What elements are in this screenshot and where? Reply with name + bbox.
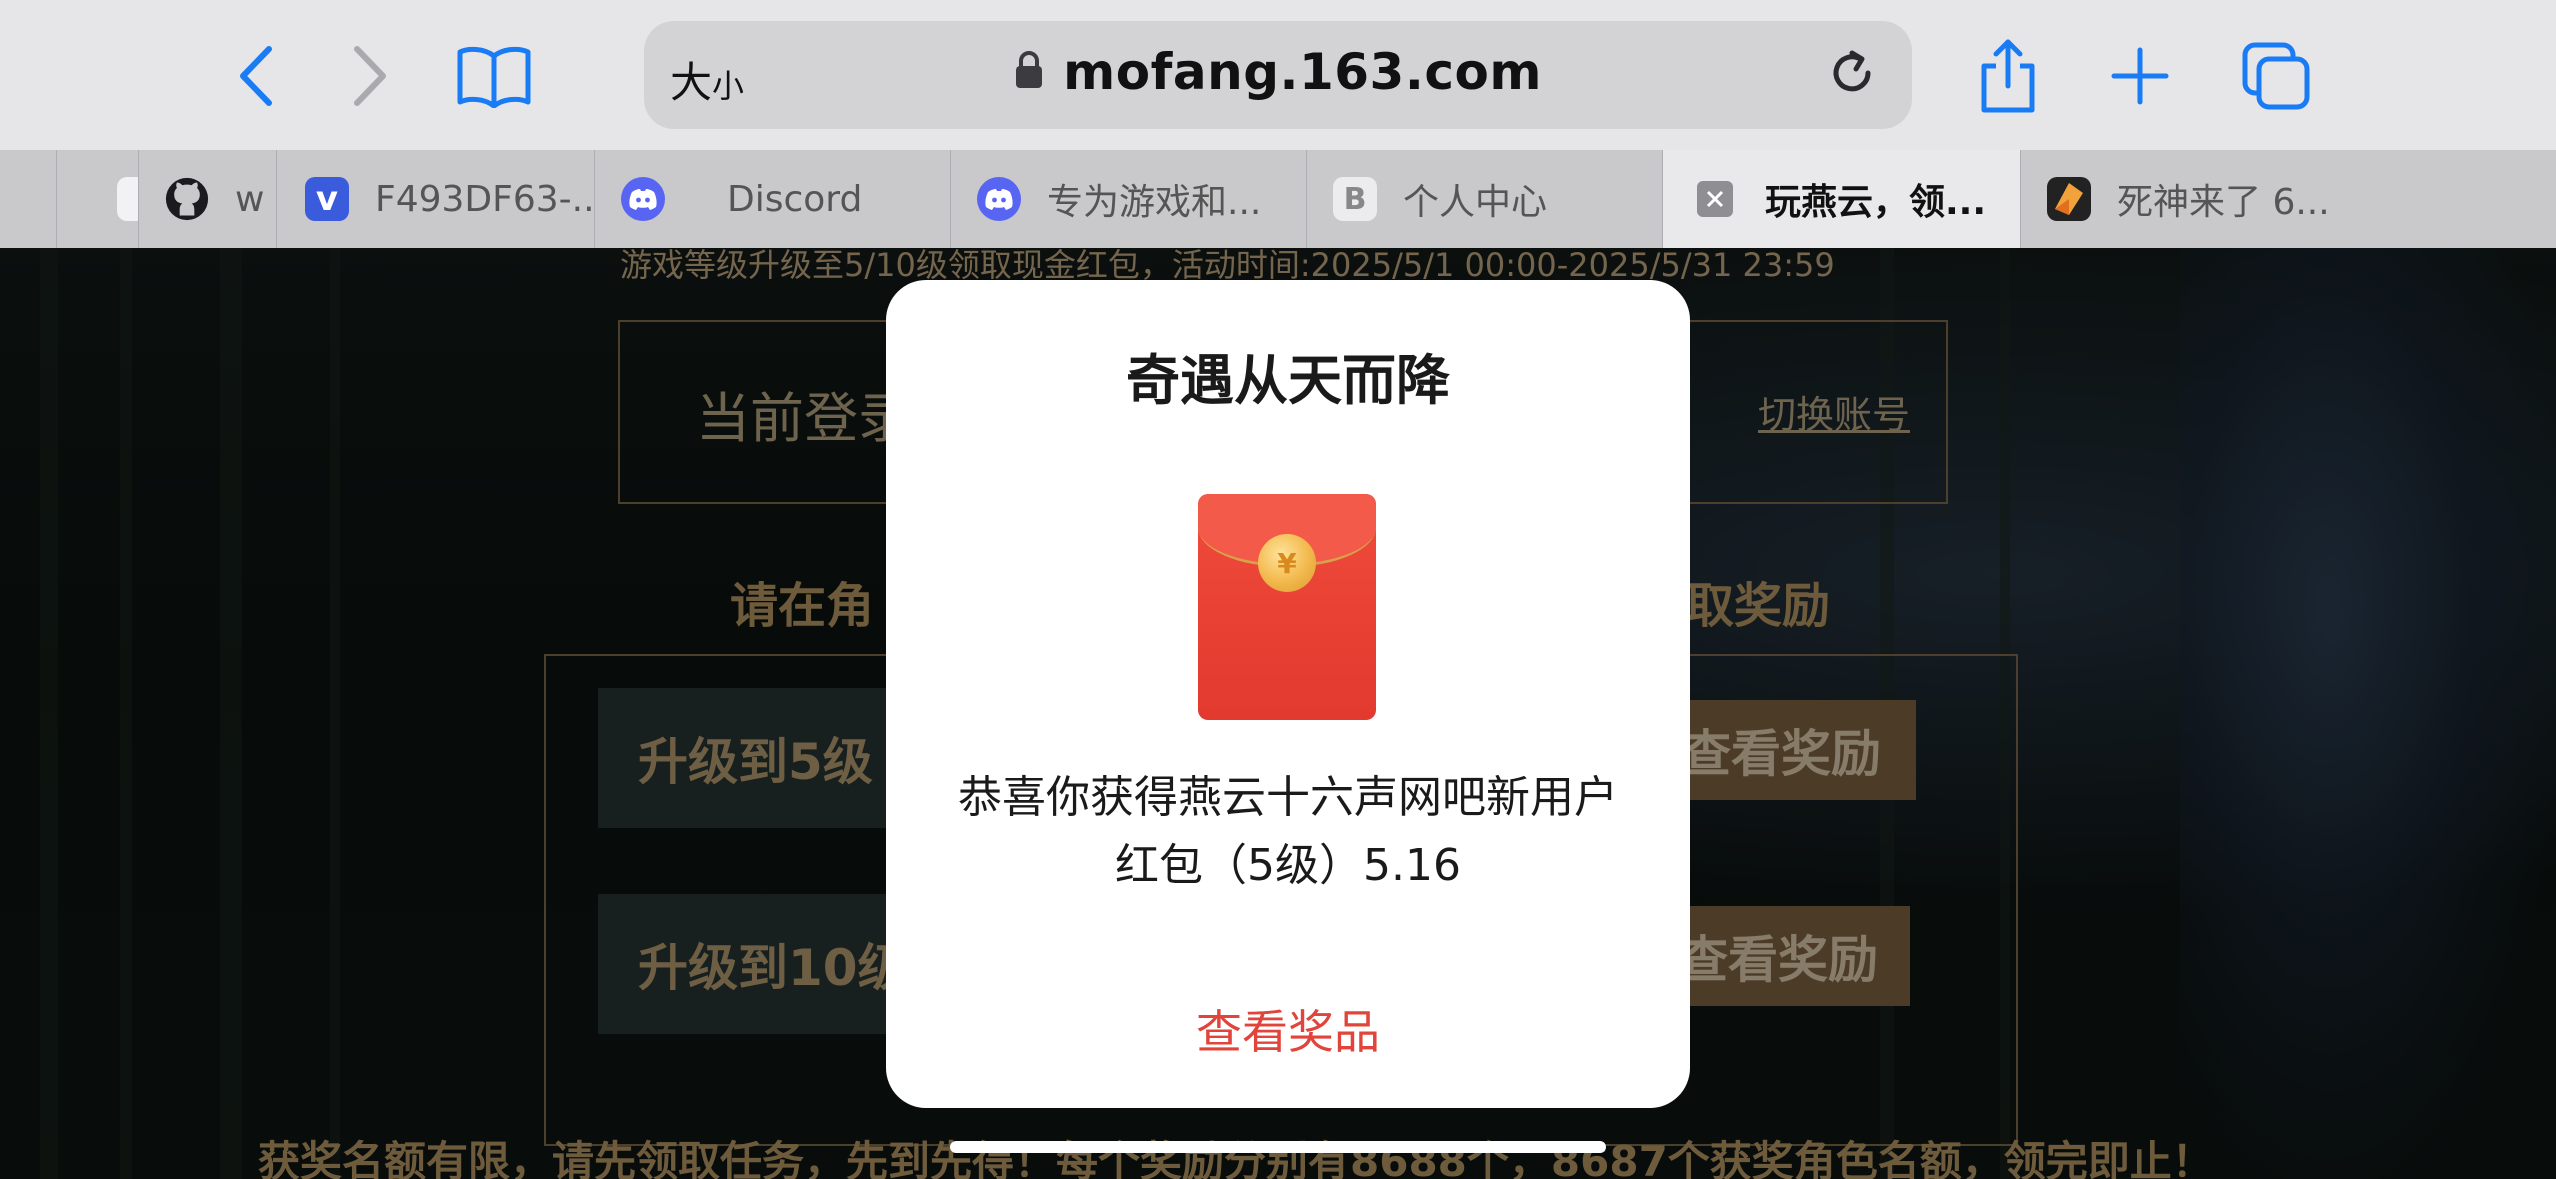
tab-label: 玩燕云，领... (1765, 182, 1987, 223)
new-tab-icon[interactable] (2100, 36, 2180, 116)
tab-label: 个人中心 (1403, 182, 1548, 223)
tab-label: 专为游戏和... (1047, 182, 1262, 223)
view-prize-link[interactable]: 查看奖品 (886, 996, 1690, 1062)
github-icon (165, 177, 209, 221)
tab-5[interactable]: B 个人中心 (1306, 150, 1663, 248)
site-favicon-icon (2047, 177, 2091, 221)
tab-0[interactable] (56, 150, 139, 248)
close-tab-icon[interactable] (1697, 181, 1733, 217)
reward-message-line1: 恭喜你获得燕云十六声网吧新用户 (958, 772, 1618, 823)
tab-label: Discord (727, 178, 863, 220)
address-bar[interactable]: 大小 mofang.163.com (644, 21, 1912, 129)
reward-message: 恭喜你获得燕云十六声网吧新用户 红包（5级）5.16 (926, 764, 1650, 900)
tab-1[interactable]: w (138, 150, 277, 248)
tab-2[interactable]: v F493DF63-... (276, 150, 595, 248)
tab-label: 死神来了 6... (2117, 182, 2330, 223)
reward-message-line2: 红包（5级）5.16 (1115, 840, 1461, 891)
back-icon[interactable] (216, 36, 296, 116)
v-app-icon: v (305, 177, 349, 221)
tab-6-active[interactable]: 玩燕云，领... (1662, 150, 2021, 248)
dialog-title: 奇遇从天而降 (1126, 349, 1450, 412)
discord-icon (621, 177, 665, 221)
tab-7[interactable]: 死神来了 6... (2020, 150, 2556, 248)
b-site-icon: B (1333, 177, 1377, 221)
tab-4[interactable]: 专为游戏和... (950, 150, 1307, 248)
tab-label: F493DF63-... (375, 178, 595, 220)
blank-tab-icon (117, 177, 139, 221)
discord-icon (977, 177, 1021, 221)
lock-icon (1014, 50, 1044, 94)
home-indicator[interactable] (950, 1141, 1606, 1153)
reload-icon[interactable] (1822, 43, 1882, 107)
yuan-coin: ¥ (1258, 534, 1316, 592)
tab-bar: w v F493DF63-... Discord 专为游戏和... B 个人中心… (0, 150, 2556, 248)
browser-toolbar: 大小 mofang.163.com (0, 0, 2556, 150)
reward-dialog: 奇遇从天而降 ¥ 恭喜你获得燕云十六声网吧新用户 红包（5级）5.16 查看奖品 (886, 280, 1690, 1108)
tab-3[interactable]: Discord (594, 150, 951, 248)
tab-label: w (235, 178, 265, 220)
red-envelope-icon: ¥ (1198, 494, 1376, 720)
bookmarks-icon[interactable] (454, 36, 534, 116)
forward-icon[interactable] (330, 36, 410, 116)
tab-edge[interactable] (0, 150, 56, 248)
share-icon[interactable] (1968, 36, 2048, 116)
tab-overview-icon[interactable] (2236, 36, 2316, 116)
url-text: mofang.163.com (1063, 43, 1542, 101)
